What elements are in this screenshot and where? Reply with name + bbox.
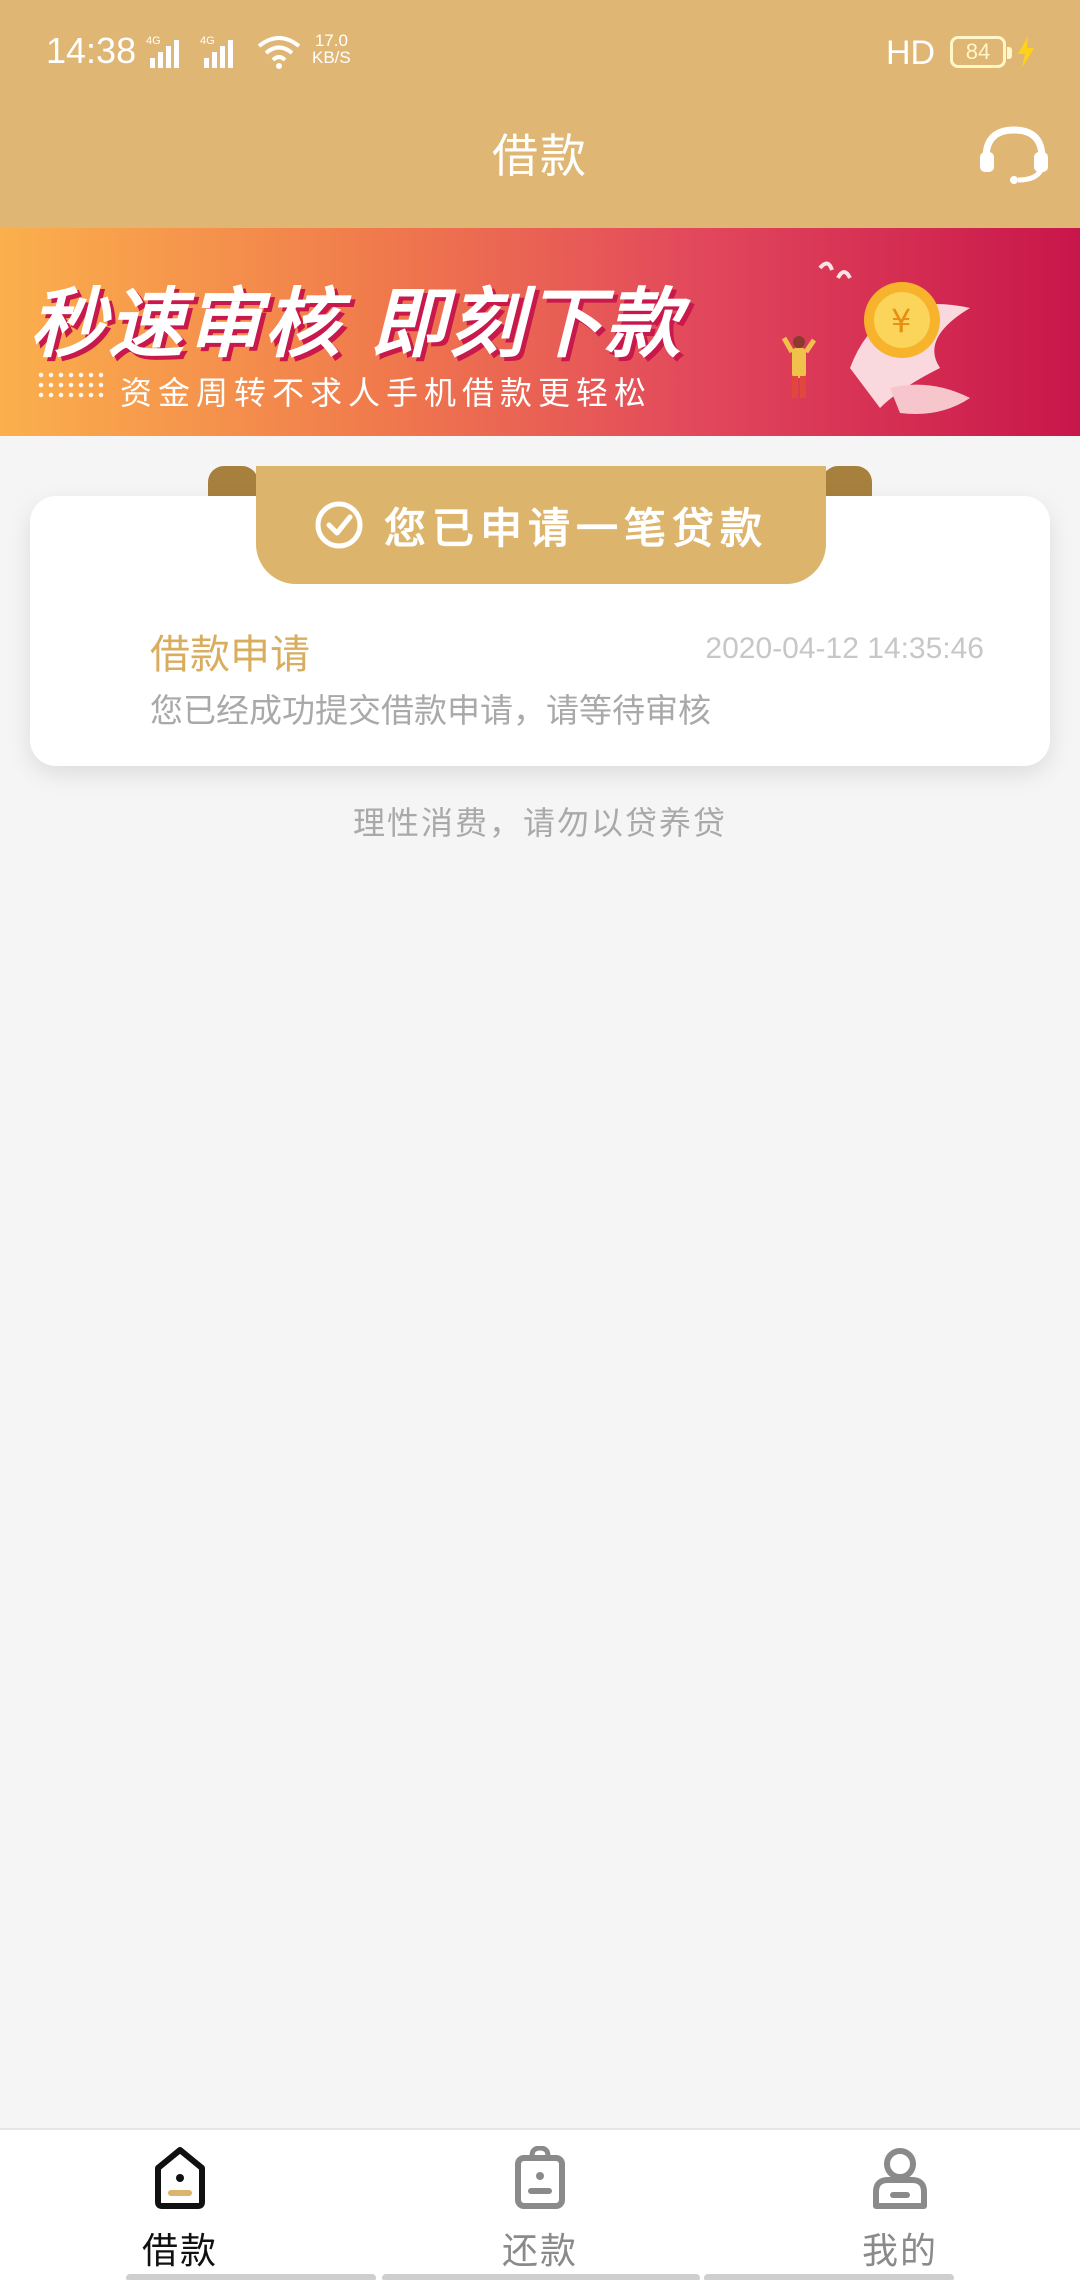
tab-label: 借款 [141,2231,218,2272]
tab-label: 我的 [861,2231,938,2272]
check-circle-icon [315,501,363,549]
application-time: 2020-04-12 14:35:46 [705,632,984,665]
application-title: 借款申请 [150,632,310,678]
tab-borrow[interactable]: 借款 [0,2130,376,2280]
status-ribbon: 您已申请一笔贷款 [256,466,826,584]
tab-label: 还款 [501,2231,578,2272]
cell-signal-2-icon: 4G [200,35,233,68]
status-time: 14:38 [46,30,137,71]
tab-repay[interactable]: 还款 [360,2130,720,2280]
svg-text:¥: ¥ [891,302,911,340]
banner-headline: 秒速审核 即刻下款 [30,279,683,368]
wifi-icon [257,36,301,69]
repay-icon [515,2146,565,2209]
svg-text:4G: 4G [146,35,161,47]
profile-icon [873,2148,927,2209]
ribbon-fold-right [822,466,872,496]
ribbon-text: 您已申请一笔贷款 [383,503,768,553]
tab-indicator [704,2274,954,2280]
tab-indicator [382,2274,700,2280]
bottom-tab-bar: 借款 还款 我的 [0,2128,1080,2280]
tab-profile[interactable]: 我的 [704,2130,1080,2280]
charging-icon [1018,36,1034,68]
responsible-borrowing-notice: 理性消费，请勿以贷养贷 [352,804,727,842]
coin-illustration-icon: ¥ [781,261,970,414]
page-title: 借款 [492,129,588,183]
network-speed: 17.0 KB/S [312,31,351,67]
customer-service-icon[interactable] [978,124,1050,184]
promo-banner[interactable]: 秒速审核 即刻下款 资金周转不求人手机借款更轻松 ¥ [0,228,1080,436]
svg-text:4G: 4G [200,35,215,47]
banner-subline: 资金周转不求人手机借款更轻松 [120,374,653,412]
cell-signal-icon: 4G [146,35,179,68]
borrow-icon [155,2147,205,2209]
tab-indicator [126,2274,376,2280]
hd-indicator: HD [886,34,936,72]
battery-icon: 84 [950,36,1012,68]
banner-dots [36,370,106,400]
application-description: 您已经成功提交借款申请，请等待审核 [150,691,711,730]
app-header: 14:38 4G 4G 17.0 KB/S HD 84 借款 [0,0,1080,228]
status-bar: 14:38 4G 4G 17.0 KB/S HD 84 [0,0,1080,110]
ribbon-fold-left [208,466,258,496]
